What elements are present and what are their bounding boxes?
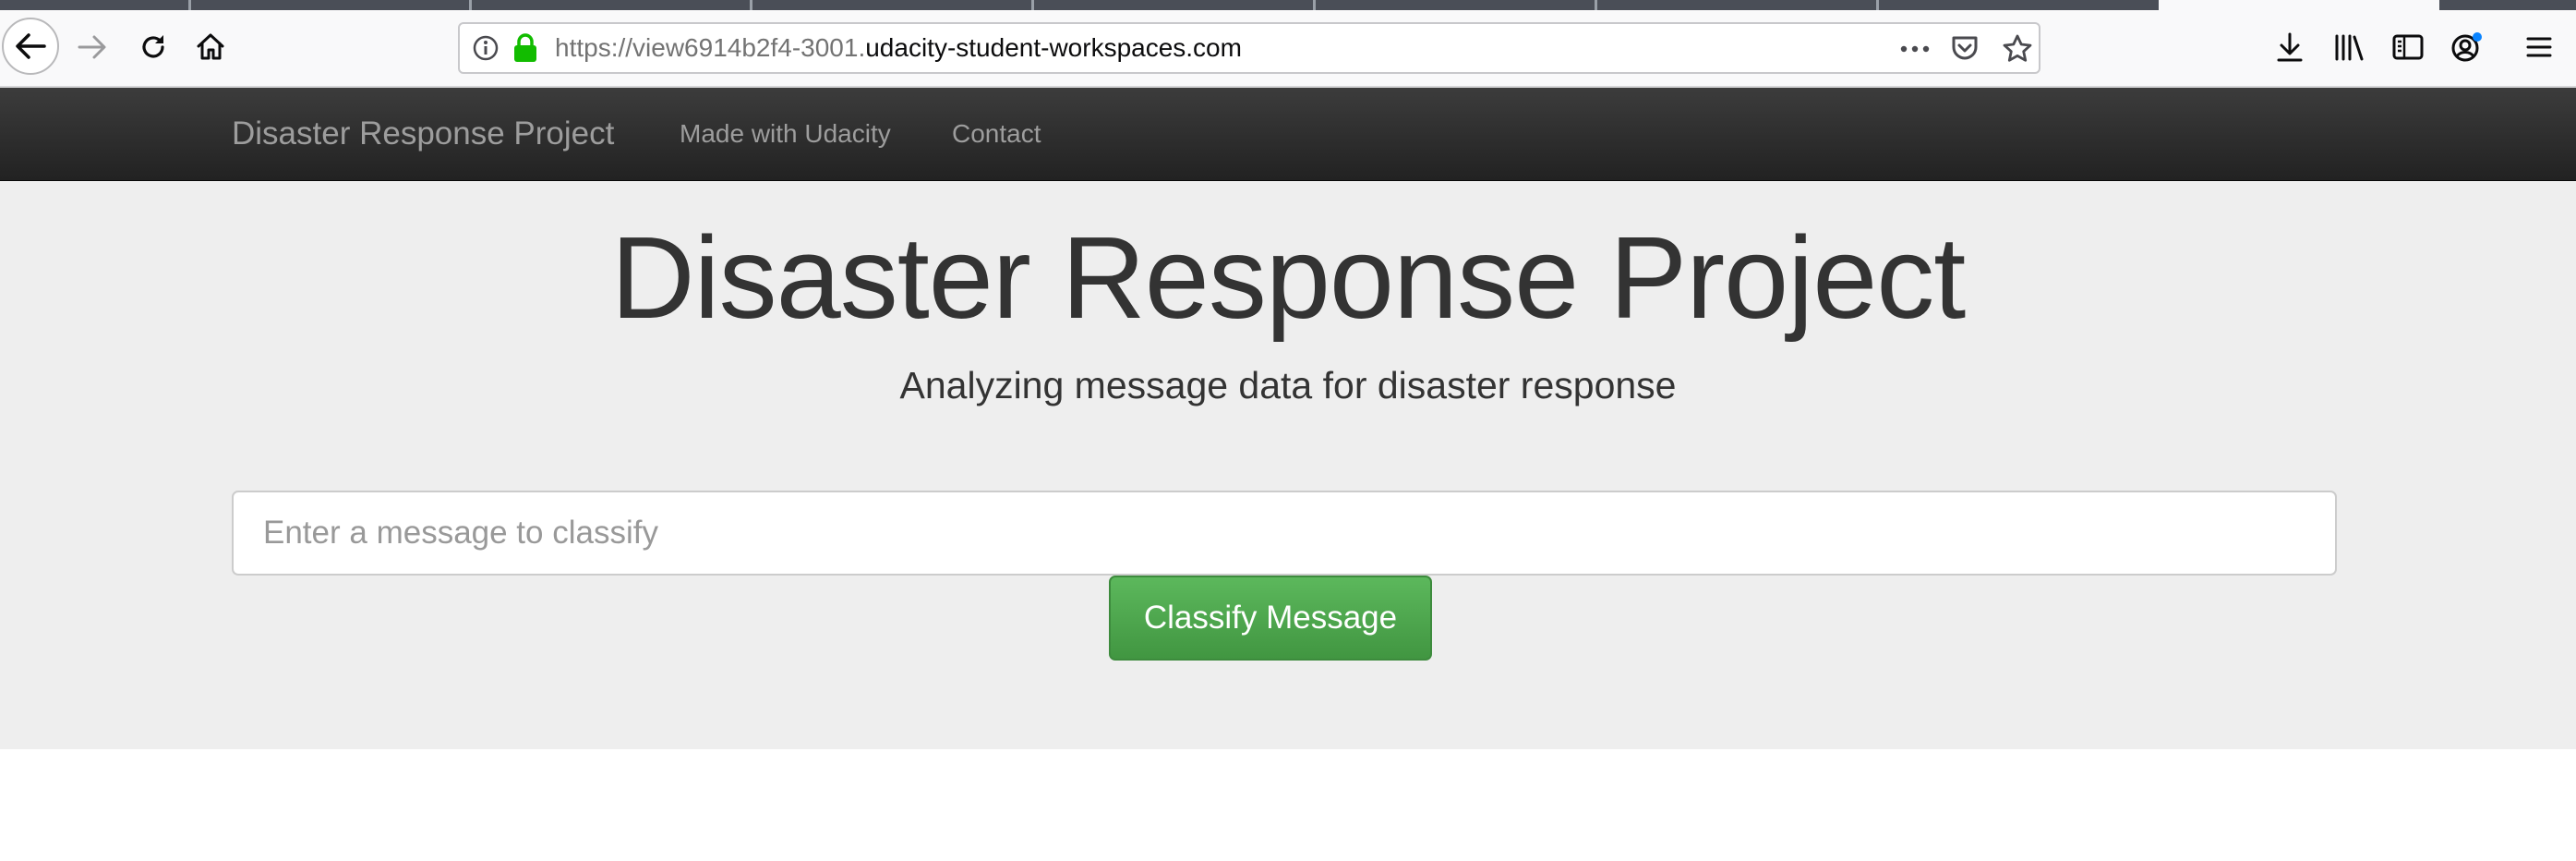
url-domain: udacity-student-workspaces.com <box>865 33 1242 62</box>
message-input[interactable] <box>232 491 2337 576</box>
hamburger-menu-icon <box>2526 37 2552 57</box>
back-button[interactable] <box>2 18 59 75</box>
library-icon <box>2335 34 2364 61</box>
account-button[interactable] <box>2449 29 2486 66</box>
tab-separator <box>750 0 752 10</box>
tab-separator <box>469 0 472 10</box>
sidebar-icon <box>2392 34 2424 60</box>
menu-button[interactable] <box>2521 29 2558 66</box>
account-icon <box>2451 32 2482 62</box>
tab-separator <box>1876 0 1879 10</box>
tab-separator <box>1313 0 1316 10</box>
nav-link-made-with-udacity[interactable]: Made with Udacity <box>680 88 891 180</box>
reload-icon <box>142 35 164 58</box>
sidebar-button[interactable] <box>2389 29 2426 66</box>
url-prefix: https://view6914b2f4-3001. <box>555 33 866 62</box>
url-text[interactable]: https://view6914b2f4-3001.udacity-studen… <box>555 24 1242 72</box>
library-button[interactable] <box>2330 29 2367 66</box>
page-subtitle: Analyzing message data for disaster resp… <box>899 364 1677 406</box>
lock-icon[interactable] <box>513 33 537 63</box>
star-icon[interactable] <box>2002 33 2033 65</box>
reload-button[interactable] <box>135 29 172 66</box>
tab-separator <box>1595 0 1597 10</box>
tab-background[interactable] <box>0 0 2159 10</box>
forward-button[interactable] <box>74 30 111 64</box>
page-title: Disaster Response Project <box>610 212 1967 343</box>
nav-link-contact[interactable]: Contact <box>952 88 1041 180</box>
download-icon <box>2277 32 2303 62</box>
arrow-left-icon <box>16 33 46 59</box>
home-icon <box>197 33 224 60</box>
page-navbar: Disaster Response Project Made with Udac… <box>0 88 2576 181</box>
info-icon[interactable] <box>473 35 499 61</box>
arrow-right-icon <box>78 35 106 59</box>
jumbotron: Disaster Response Project Analyzing mess… <box>0 181 2576 749</box>
downloads-button[interactable] <box>2271 29 2308 66</box>
tab-separator <box>1031 0 1034 10</box>
classify-message-button[interactable]: Classify Message <box>1109 576 1432 661</box>
pocket-icon[interactable] <box>1950 33 1980 63</box>
tab-separator <box>188 0 191 10</box>
browser-toolbar: https://view6914b2f4-3001.udacity-studen… <box>0 10 2576 88</box>
navbar-brand[interactable]: Disaster Response Project <box>232 88 614 180</box>
tab-strip <box>0 0 2576 10</box>
tab-background[interactable] <box>2439 0 2576 10</box>
more-options-icon[interactable] <box>1898 36 1932 62</box>
home-button[interactable] <box>192 29 229 66</box>
url-bar[interactable]: https://view6914b2f4-3001.udacity-studen… <box>458 22 2040 74</box>
